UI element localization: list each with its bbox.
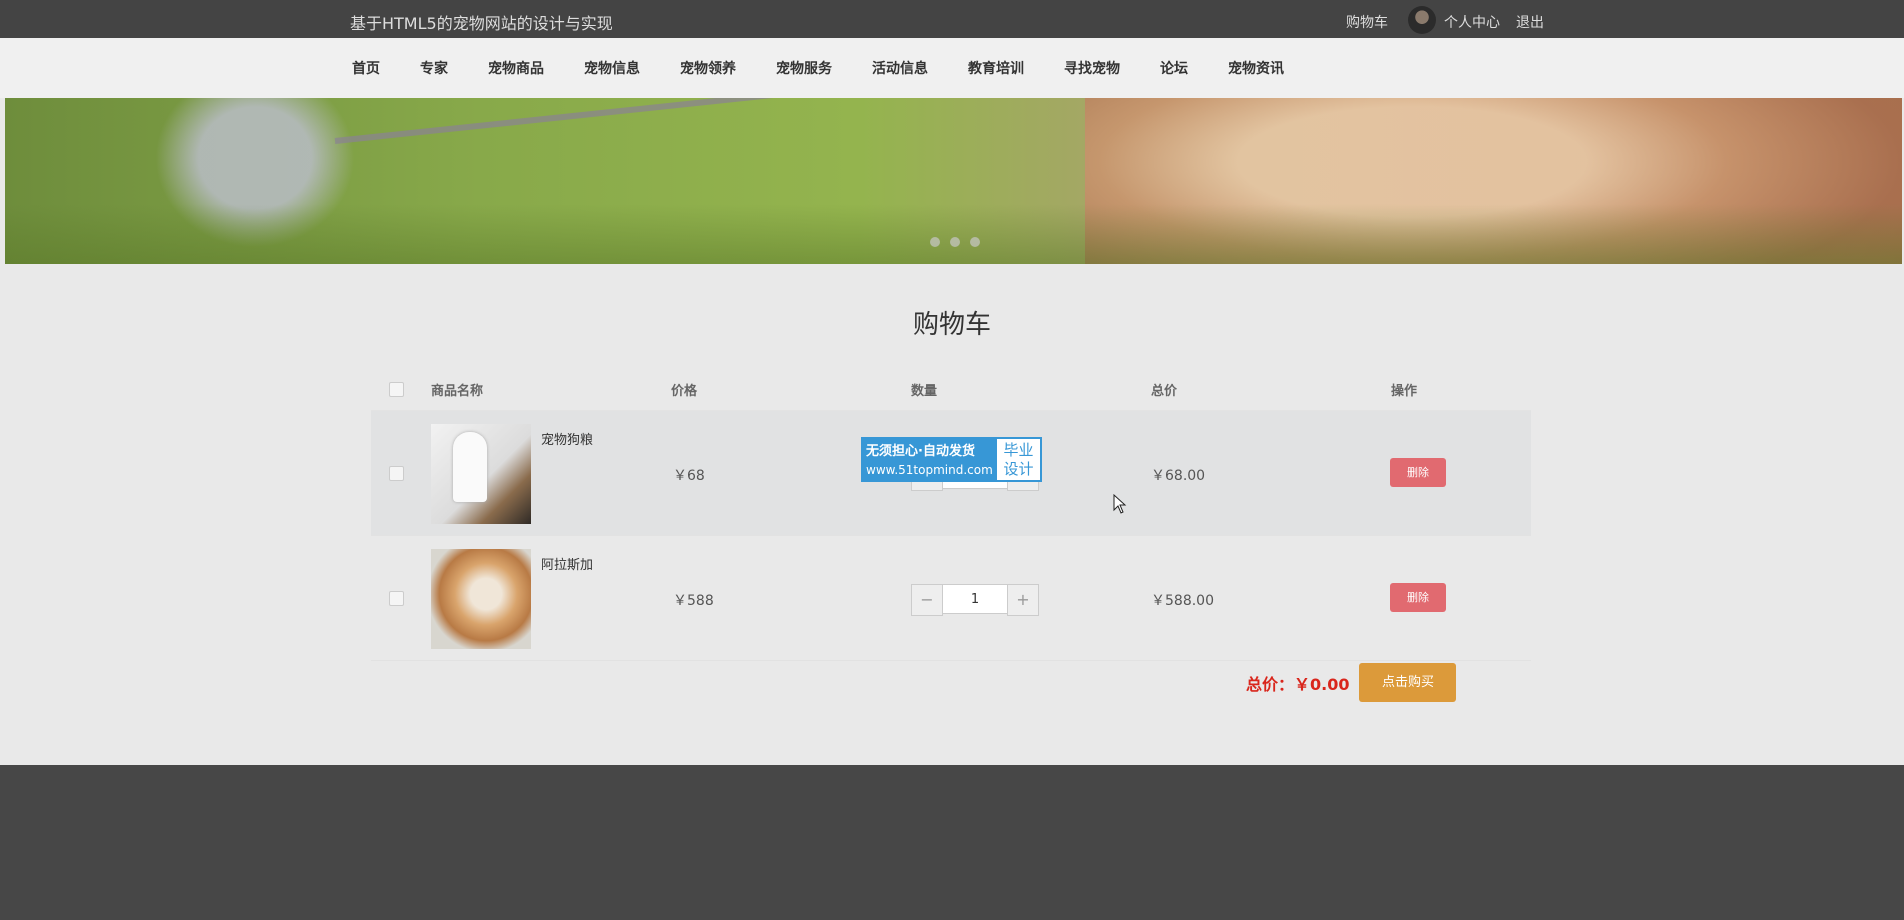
- page-title: 购物车: [912, 310, 991, 340]
- watermark-badge-line1: 毕业: [1003, 441, 1034, 459]
- banner-image-leash: [334, 98, 1032, 144]
- user-links: 购物车 个人中心 退出: [1346, 6, 1544, 34]
- select-all-checkbox[interactable]: [389, 382, 404, 397]
- main-nav: 首页 专家 宠物商品 宠物信息 宠物领养 宠物服务 活动信息 教育培训 寻找宠物…: [0, 38, 1904, 98]
- product-image[interactable]: [431, 549, 531, 649]
- nav-item-pet-products[interactable]: 宠物商品: [488, 58, 544, 78]
- carousel-indicators: [930, 237, 990, 247]
- product-price: ￥68: [673, 468, 705, 484]
- nav-item-events[interactable]: 活动信息: [872, 58, 928, 78]
- buy-button[interactable]: 点击购买: [1359, 663, 1457, 702]
- avatar[interactable]: [1408, 6, 1436, 34]
- banner-image-grass: [5, 204, 1902, 264]
- quantity-stepper: − +: [911, 584, 1039, 616]
- column-header-name: 商品名称: [431, 384, 484, 399]
- nav-item-forum[interactable]: 论坛: [1160, 58, 1188, 78]
- table-header: 商品名称 价格 数量 总价 操作: [371, 368, 1531, 411]
- delete-button[interactable]: 删除: [1390, 583, 1446, 612]
- row-subtotal: ￥588.00: [1151, 593, 1214, 609]
- nav-item-training[interactable]: 教育培训: [968, 58, 1024, 78]
- watermark-line1: 无须担心·自动发货: [866, 444, 975, 459]
- cart-table: 商品名称 价格 数量 总价 操作 宠物狗粮 ￥68 − + ￥68.00 删除 …: [371, 368, 1531, 661]
- cart-link[interactable]: 购物车: [1346, 12, 1388, 32]
- nav-item-adoption[interactable]: 宠物领养: [680, 58, 736, 78]
- watermark-line2: www.51topmind.com: [866, 463, 993, 477]
- nav-list: 首页 专家 宠物商品 宠物信息 宠物领养 宠物服务 活动信息 教育培训 寻找宠物…: [352, 58, 1324, 78]
- watermark-badge: 毕业 设计: [995, 437, 1042, 482]
- row-checkbox[interactable]: [389, 466, 404, 481]
- nav-item-home[interactable]: 首页: [352, 58, 380, 78]
- nav-item-news[interactable]: 宠物资讯: [1228, 58, 1284, 78]
- watermark-text: 无须担心·自动发货 www.51topmind.com: [861, 437, 995, 482]
- cart-summary: 总价：￥0.00 点击购买: [1246, 663, 1457, 702]
- top-bar: 基于HTML5的宠物网站的设计与实现 购物车 个人中心 退出: [0, 0, 1904, 38]
- qty-input[interactable]: [943, 584, 1007, 614]
- column-header-subtotal: 总价: [1151, 384, 1178, 399]
- row-checkbox[interactable]: [389, 591, 404, 606]
- nav-item-pet-services[interactable]: 宠物服务: [776, 58, 832, 78]
- nav-item-find-pet[interactable]: 寻找宠物: [1064, 58, 1120, 78]
- nav-item-experts[interactable]: 专家: [420, 58, 448, 78]
- column-header-qty: 数量: [911, 384, 938, 399]
- carousel-dot[interactable]: [930, 237, 940, 247]
- delete-button[interactable]: 删除: [1390, 458, 1446, 487]
- watermark-overlay: 无须担心·自动发货 www.51topmind.com 毕业 设计: [861, 437, 1042, 482]
- product-name[interactable]: 阿拉斯加: [541, 554, 593, 573]
- watermark-badge-line2: 设计: [1003, 460, 1034, 478]
- logout-link[interactable]: 退出: [1516, 12, 1544, 32]
- product-name[interactable]: 宠物狗粮: [541, 429, 593, 448]
- qty-increase-button[interactable]: +: [1007, 584, 1039, 616]
- total-price: 总价：￥0.00: [1246, 674, 1350, 694]
- row-subtotal: ￥68.00: [1151, 468, 1206, 484]
- profile-link[interactable]: 个人中心: [1444, 12, 1500, 32]
- column-header-price: 价格: [671, 384, 698, 399]
- carousel-dot[interactable]: [950, 237, 960, 247]
- column-header-action: 操作: [1391, 384, 1418, 399]
- product-price: ￥588: [673, 593, 714, 609]
- banner-carousel[interactable]: [5, 98, 1902, 264]
- qty-decrease-button[interactable]: −: [911, 584, 943, 616]
- carousel-dot[interactable]: [970, 237, 980, 247]
- footer: [0, 765, 1904, 920]
- product-image[interactable]: [431, 424, 531, 524]
- nav-item-pet-info[interactable]: 宠物信息: [584, 58, 640, 78]
- site-title: 基于HTML5的宠物网站的设计与实现: [350, 14, 613, 33]
- table-row: 阿拉斯加 ￥588 − + ￥588.00 删除: [371, 536, 1531, 661]
